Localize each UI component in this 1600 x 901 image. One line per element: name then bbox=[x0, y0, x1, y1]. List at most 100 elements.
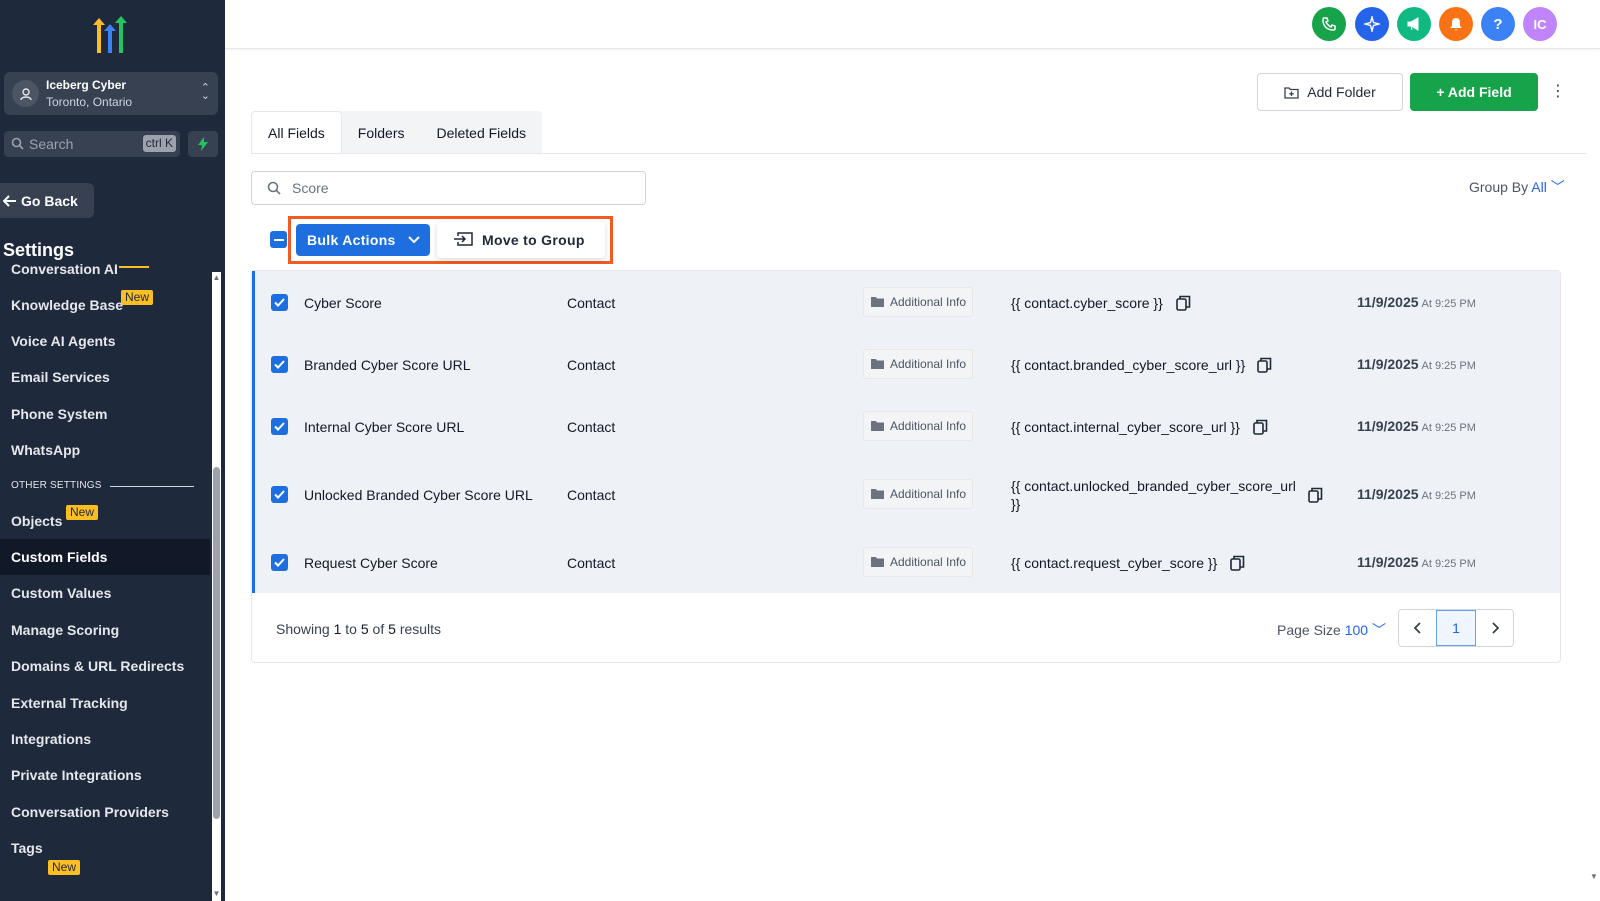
showing-total: 5 bbox=[388, 621, 396, 637]
table-row[interactable]: Branded Cyber Score URL Contact Addition… bbox=[255, 333, 1560, 395]
sidebar-item-tags[interactable]: Tags New bbox=[0, 830, 210, 875]
sidebar-item-private-integrations[interactable]: Private Integrations bbox=[0, 757, 210, 793]
account-switcher[interactable]: Iceberg Cyber Toronto, Ontario ⌃ ⌄ bbox=[4, 72, 218, 115]
row-checkbox[interactable] bbox=[271, 554, 288, 571]
new-badge: New bbox=[48, 860, 81, 875]
page-size-dropdown[interactable]: Page Size 100 ﹀ bbox=[1277, 620, 1386, 640]
field-date: 11/9/2025 At 9:25 PM bbox=[1357, 554, 1476, 570]
page-size-label: Page Size bbox=[1277, 622, 1341, 638]
showing-from: 1 bbox=[333, 621, 342, 637]
sidebar-item-label: Domains & URL Redirects bbox=[11, 658, 185, 674]
user-avatar[interactable]: IC bbox=[1523, 7, 1557, 41]
field-search-input[interactable] bbox=[292, 172, 632, 204]
group-by-dropdown[interactable]: Group By All ﹀ bbox=[1469, 177, 1565, 197]
field-name: Unlocked Branded Cyber Score URL bbox=[304, 487, 533, 503]
pagination: 1 bbox=[1398, 609, 1514, 647]
folder-label: Additional Info bbox=[890, 357, 967, 371]
table-row[interactable]: Internal Cyber Score URL Contact Additio… bbox=[255, 395, 1560, 457]
table-row[interactable]: Unlocked Branded Cyber Score URL Contact… bbox=[255, 457, 1560, 531]
field-date: 11/9/2025 At 9:25 PM bbox=[1357, 486, 1476, 502]
select-all-checkbox[interactable] bbox=[270, 231, 287, 248]
page-button-current[interactable]: 1 bbox=[1436, 610, 1476, 646]
scroll-down-arrow-icon[interactable]: ▼ bbox=[212, 889, 221, 898]
folder-tag: Additional Info bbox=[863, 547, 974, 577]
tab-all-fields[interactable]: All Fields bbox=[251, 111, 342, 154]
field-object: Contact bbox=[567, 295, 616, 311]
field-search bbox=[251, 171, 646, 205]
sidebar-item-conversation-ai[interactable]: Conversation AI bbox=[0, 251, 210, 287]
bell-icon[interactable] bbox=[1439, 7, 1473, 41]
field-date: 11/9/2025 At 9:25 PM bbox=[1357, 294, 1476, 310]
sidebar-search[interactable]: Search ctrl K bbox=[4, 131, 180, 157]
sidebar-item-knowledge-base[interactable]: Knowledge Base New bbox=[0, 287, 210, 323]
bulk-actions-button[interactable]: Bulk Actions bbox=[296, 224, 430, 256]
table-row[interactable]: Cyber Score Contact Additional Info {{ c… bbox=[255, 271, 1560, 333]
avatar-initials: IC bbox=[1533, 16, 1547, 32]
go-back-button[interactable]: Go Back bbox=[0, 183, 94, 218]
sidebar-item-manage-scoring[interactable]: Manage Scoring bbox=[0, 612, 210, 648]
sidebar-item-whatsapp[interactable]: WhatsApp bbox=[0, 432, 210, 468]
quick-action-button[interactable] bbox=[188, 131, 218, 157]
sidebar-item-label: Email Services bbox=[11, 369, 110, 385]
sidebar-item-phone-system[interactable]: Phone System bbox=[0, 396, 210, 432]
add-folder-button[interactable]: Add Folder bbox=[1257, 73, 1403, 111]
move-to-group-button[interactable]: Move to Group bbox=[437, 222, 605, 258]
sidebar-item-custom-values[interactable]: Custom Values bbox=[0, 575, 210, 611]
sidebar-item-voice-ai-agents[interactable]: Voice AI Agents bbox=[0, 323, 210, 359]
new-badge: New bbox=[66, 505, 99, 520]
table-row[interactable]: Request Cyber Score Contact Additional I… bbox=[255, 531, 1560, 593]
sidebar-item-email-services[interactable]: Email Services bbox=[0, 359, 210, 395]
add-field-button[interactable]: + Add Field bbox=[1410, 73, 1538, 111]
scroll-up-arrow-icon[interactable]: ▲ bbox=[212, 273, 221, 282]
sidebar-nav: Conversation AI Knowledge Base New Voice … bbox=[0, 261, 210, 901]
phone-icon[interactable] bbox=[1312, 7, 1346, 41]
date-value: 11/9/2025 bbox=[1357, 486, 1419, 502]
copy-icon[interactable] bbox=[1253, 419, 1268, 438]
app-root: Iceberg Cyber Toronto, Ontario ⌃ ⌄ Search… bbox=[0, 0, 1600, 901]
sidebar-item-integrations[interactable]: Integrations bbox=[0, 721, 210, 757]
more-options-icon[interactable]: ⋮ bbox=[1550, 82, 1566, 102]
badge-stub bbox=[119, 266, 149, 268]
folder-icon bbox=[871, 297, 884, 307]
account-location: Toronto, Ontario bbox=[46, 95, 133, 109]
megaphone-icon[interactable] bbox=[1397, 7, 1431, 41]
page-size-value: 100 bbox=[1344, 622, 1369, 638]
sidebar-item-label: Integrations bbox=[11, 731, 92, 747]
tab-folders[interactable]: Folders bbox=[342, 111, 421, 154]
tab-deleted-fields[interactable]: Deleted Fields bbox=[420, 111, 542, 154]
chevron-down-icon bbox=[407, 236, 420, 244]
sidebar-item-custom-fields[interactable]: Custom Fields bbox=[0, 539, 210, 575]
chevron-down-icon: ﹀ bbox=[1371, 622, 1386, 638]
folder-label: Additional Info bbox=[890, 555, 967, 569]
copy-icon[interactable] bbox=[1257, 357, 1272, 376]
help-icon[interactable]: ? bbox=[1481, 7, 1515, 41]
row-checkbox[interactable] bbox=[271, 356, 288, 373]
field-key: {{ contact.cyber_score }} bbox=[1011, 295, 1163, 311]
copy-icon[interactable] bbox=[1176, 295, 1191, 314]
copy-icon[interactable] bbox=[1230, 555, 1245, 574]
copy-icon[interactable] bbox=[1308, 487, 1323, 506]
next-page-button[interactable] bbox=[1476, 610, 1513, 646]
field-object: Contact bbox=[567, 357, 616, 373]
sidebar-item-external-tracking[interactable]: External Tracking bbox=[0, 685, 210, 721]
new-badge: New bbox=[121, 290, 154, 305]
sidebar-scroll-thumb[interactable] bbox=[213, 467, 220, 819]
folder-icon bbox=[871, 489, 884, 499]
row-checkbox[interactable] bbox=[271, 486, 288, 503]
page-scroll-down-icon[interactable]: ▼ bbox=[1590, 872, 1598, 881]
folder-plus-icon bbox=[1284, 86, 1299, 99]
brand-logo[interactable] bbox=[88, 16, 132, 56]
sidebar-item-conversation-providers[interactable]: Conversation Providers bbox=[0, 794, 210, 830]
time-value: At 9:25 PM bbox=[1421, 558, 1476, 570]
folder-tag: Additional Info bbox=[863, 349, 974, 379]
folder-label: Additional Info bbox=[890, 295, 967, 309]
sidebar-item-domains[interactable]: Domains & URL Redirects bbox=[0, 648, 210, 684]
row-checkbox[interactable] bbox=[271, 294, 288, 311]
fields-table: Cyber Score Contact Additional Info {{ c… bbox=[251, 270, 1561, 663]
prev-page-button[interactable] bbox=[1399, 610, 1436, 646]
row-checkbox[interactable] bbox=[271, 418, 288, 435]
sparkle-icon[interactable] bbox=[1355, 7, 1389, 41]
sidebar-item-objects[interactable]: Objects New bbox=[0, 503, 210, 539]
folder-icon bbox=[871, 359, 884, 369]
field-date: 11/9/2025 At 9:25 PM bbox=[1357, 356, 1476, 372]
